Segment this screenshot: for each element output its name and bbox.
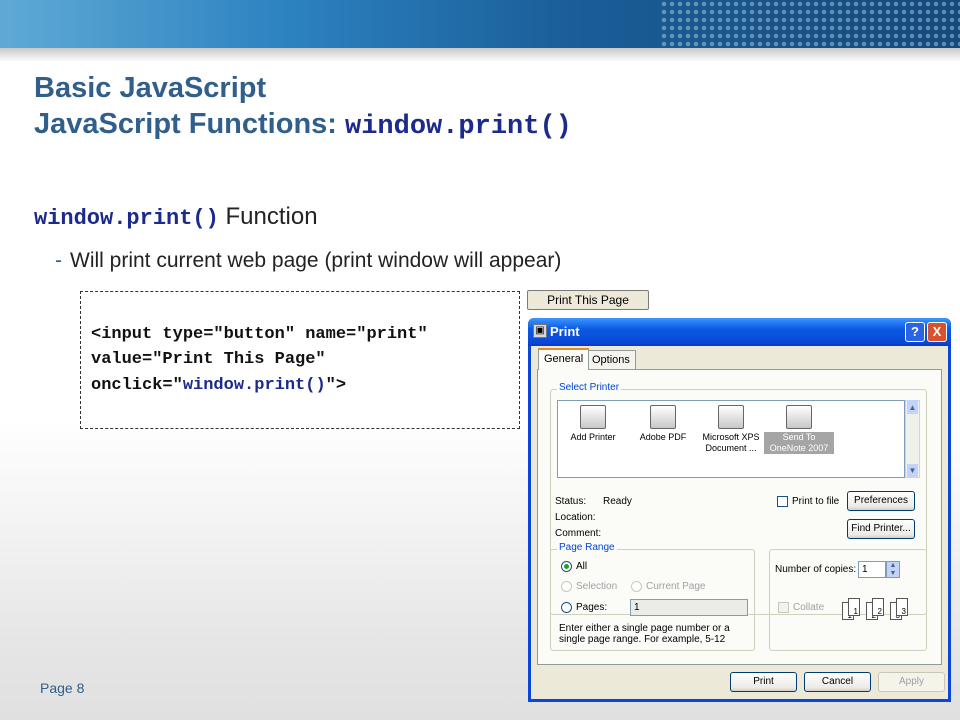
comment-label: Comment: <box>555 528 602 539</box>
range-selection-label: Selection <box>576 581 618 592</box>
printer-name: Microsoft XPS Document ... <box>702 432 760 453</box>
range-hint: Enter either a single page number or a s… <box>559 623 730 645</box>
code-line-3: onclick="window.print()"> <box>91 376 346 395</box>
dialog-titlebar: ▣ Print ? X <box>528 318 951 346</box>
banner-dot-pattern <box>660 0 960 48</box>
tab-options[interactable]: Options <box>586 350 636 370</box>
status-value: Ready <box>603 496 632 507</box>
function-heading-text: Function <box>218 203 318 230</box>
printer-icon <box>786 405 812 429</box>
cancel-button[interactable]: Cancel <box>804 672 871 692</box>
subtitle-code: window.print() <box>345 112 572 142</box>
printer-icon <box>650 405 676 429</box>
printer-icon: ▣ <box>533 324 547 338</box>
collate-page-icon: 2 <box>872 598 884 616</box>
range-selection-radio[interactable] <box>561 581 572 592</box>
copies-group: Number of copies: 1 ▲▼ Collate 1 1 2 2 3… <box>769 549 927 651</box>
bullet-dash: - <box>55 249 62 272</box>
printer-item-adobe-pdf[interactable]: Adobe PDF <box>628 405 698 443</box>
print-to-file-label: Print to file <box>792 496 840 507</box>
copies-spinner[interactable]: ▲ ▼ <box>886 561 900 578</box>
collate-checkbox[interactable] <box>778 602 789 613</box>
printer-item-onenote[interactable]: Send To OneNote 2007 <box>764 405 834 454</box>
code-line-2: value="Print This Page" <box>91 350 326 369</box>
print-dialog: ▣ Print ? X Options Select Printer Add P… <box>528 318 951 702</box>
printer-icon <box>718 405 744 429</box>
code-line-3-function: window.print() <box>182 376 326 395</box>
range-all-radio[interactable] <box>561 561 572 572</box>
range-current-radio[interactable] <box>631 581 642 592</box>
scroll-down-icon[interactable]: ▼ <box>907 464 918 477</box>
general-panel: Select Printer Add Printer Adobe PDF Mic… <box>537 369 942 665</box>
bullet-text: Will print current web page (print windo… <box>70 249 562 272</box>
scroll-up-icon[interactable]: ▲ <box>907 401 918 414</box>
find-printer-button[interactable]: Find Printer... <box>847 519 915 539</box>
bullet-item: - Will print current web page (print wind… <box>55 249 561 273</box>
copies-input[interactable]: 1 <box>858 561 886 578</box>
page-number: Page 8 <box>40 680 85 696</box>
location-label: Location: <box>555 512 596 523</box>
collate-label: Collate <box>793 602 825 613</box>
collate-page-icon: 1 <box>848 598 860 616</box>
dialog-title: Print <box>550 324 580 339</box>
close-button[interactable]: X <box>927 322 947 342</box>
slide-subtitle: JavaScript Functions: window.print() <box>34 108 572 142</box>
range-pages-label: Pages: <box>576 602 608 613</box>
copies-label: Number of copies: <box>775 564 857 575</box>
preferences-button[interactable]: Preferences <box>847 491 915 511</box>
range-all-label: All <box>576 561 588 572</box>
printer-item-xps[interactable]: Microsoft XPS Document ... <box>696 405 766 454</box>
pages-input[interactable]: 1 <box>630 599 748 616</box>
print-this-page-button[interactable]: Print This Page <box>527 290 649 310</box>
collate-page-icon: 3 <box>896 598 908 616</box>
printer-name: Adobe PDF <box>639 432 687 442</box>
print-to-file-checkbox[interactable] <box>777 496 788 507</box>
add-printer-icon <box>580 405 606 429</box>
select-printer-label: Select Printer <box>557 382 622 393</box>
function-heading-code: window.print() <box>34 206 219 231</box>
code-line-1: <input type="button" name="print" <box>91 325 428 344</box>
function-heading: window.print() Function <box>34 203 318 231</box>
tab-general[interactable]: General <box>538 348 590 370</box>
page-range-label: Page Range <box>557 542 617 553</box>
printer-name: Send To OneNote 2007 <box>764 432 834 454</box>
subtitle-prefix: JavaScript Functions: <box>34 108 346 140</box>
help-button[interactable]: ? <box>905 322 925 342</box>
page-range-group: Page Range All Selection Current Page Pa… <box>550 542 755 651</box>
printer-list[interactable]: Add Printer Adobe PDF Microsoft XPS Docu… <box>557 400 905 478</box>
header-banner <box>0 0 960 48</box>
status-label: Status: <box>555 496 587 507</box>
code-line-3-suffix: "> <box>325 376 347 395</box>
printer-list-scrollbar[interactable]: ▲ ▼ <box>905 400 920 478</box>
banner-shadow <box>0 48 960 62</box>
range-pages-radio[interactable] <box>561 602 572 613</box>
printer-item-add[interactable]: Add Printer <box>558 405 628 443</box>
printer-name: Add Printer <box>570 432 616 442</box>
range-current-label: Current Page <box>646 581 706 592</box>
code-line-3-prefix: onclick=" <box>91 376 183 395</box>
apply-button[interactable]: Apply <box>878 672 945 692</box>
code-example-box: <input type="button" name="print" value=… <box>80 291 520 429</box>
slide-title: Basic JavaScript <box>34 72 267 104</box>
print-button[interactable]: Print <box>730 672 797 692</box>
